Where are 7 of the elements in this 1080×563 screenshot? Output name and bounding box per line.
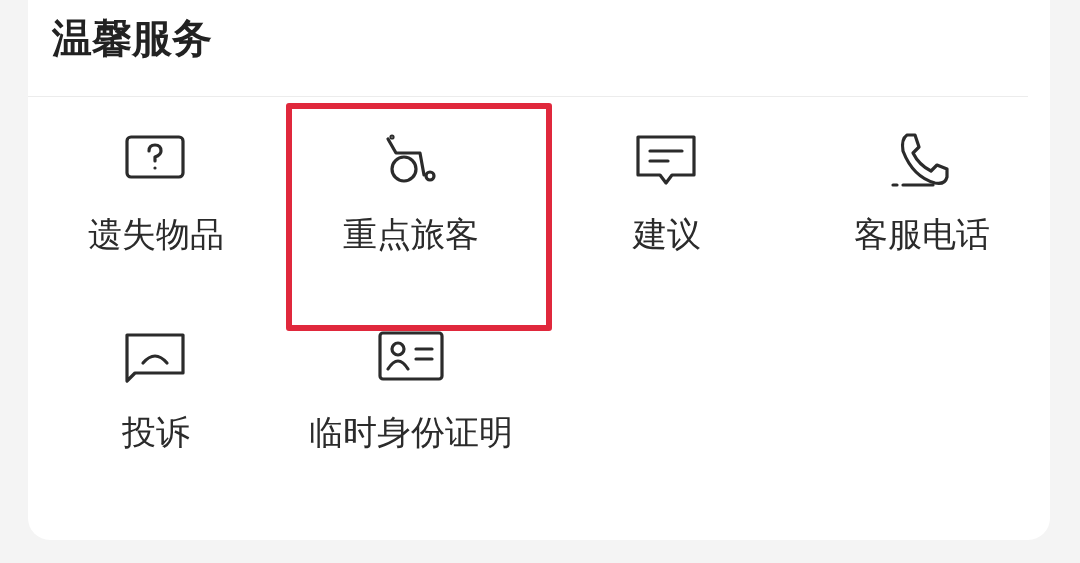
section-title: 温馨服务: [52, 15, 212, 61]
service-item[interactable]: 建议: [632, 213, 701, 255]
service-item[interactable]: 遗失物品: [87, 213, 224, 255]
service-item[interactable]: 临时身份证明: [309, 411, 514, 453]
service-item[interactable]: 重点旅客: [343, 213, 480, 255]
service-item[interactable]: 客服电话: [854, 213, 991, 255]
service-item[interactable]: 投诉: [121, 411, 190, 453]
